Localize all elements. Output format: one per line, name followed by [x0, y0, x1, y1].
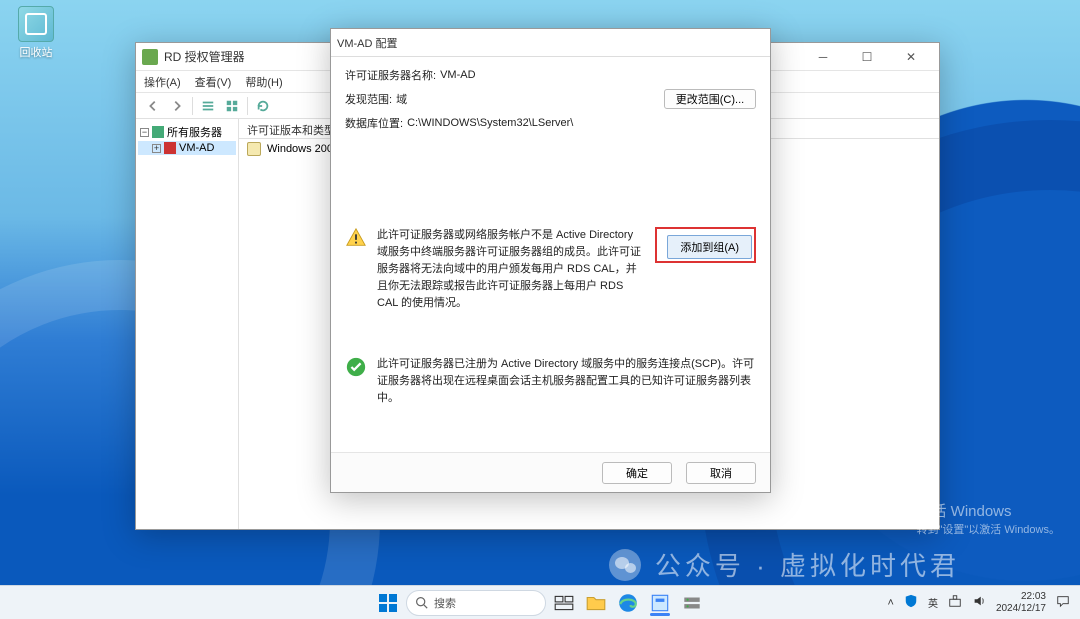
- toolbar-divider: [247, 97, 248, 115]
- server-name-value: VM-AD: [440, 69, 475, 81]
- tray-volume-icon[interactable]: [972, 594, 986, 611]
- system-tray: ˄ 英 22:03 2024/12/17: [878, 591, 1080, 614]
- server-name-row: 许可证服务器名称: VM-AD: [345, 67, 756, 83]
- server-name-label: 许可证服务器名称:: [345, 67, 436, 83]
- dialog-title: VM-AD 配置: [337, 35, 398, 51]
- scope-row: 发现范围: 域 更改范围(C)...: [345, 89, 756, 109]
- menu-view[interactable]: 查看(V): [195, 74, 232, 90]
- search-placeholder: 搜索: [434, 595, 456, 611]
- desktop: 回收站 RD 授权管理器 ─ ☐ ✕ 操作(A) 查看(V) 帮助(H): [0, 0, 1080, 619]
- rd-manager-taskbar-button[interactable]: [646, 589, 674, 617]
- menu-help[interactable]: 帮助(H): [245, 74, 282, 90]
- tree-root[interactable]: − 所有服务器: [138, 123, 236, 141]
- scope-label: 发现范围:: [345, 91, 392, 107]
- tray-ime[interactable]: 英: [928, 595, 938, 610]
- taskbar: 搜索 ˄ 英: [0, 585, 1080, 619]
- server-manager-taskbar-button[interactable]: [678, 589, 706, 617]
- db-value: C:\WINDOWS\System32\LServer\: [407, 117, 573, 129]
- search-icon: [415, 596, 428, 609]
- warning-text: 此许可证服务器或网络服务帐户不是 Active Directory 域服务中终端…: [377, 227, 641, 312]
- servers-icon: [152, 126, 164, 138]
- close-button[interactable]: ✕: [889, 43, 933, 71]
- toolbar-forward-icon[interactable]: [166, 96, 188, 116]
- tree-root-label: 所有服务器: [167, 124, 222, 140]
- activate-line2: 转到"设置"以激活 Windows。: [917, 521, 1061, 537]
- warning-icon: [345, 227, 367, 249]
- window-title: RD 授权管理器: [164, 48, 245, 65]
- toolbar-back-icon[interactable]: [142, 96, 164, 116]
- wechat-watermark: 公众号 · 虚拟化时代君: [609, 546, 960, 583]
- tray-date: 2024/12/17: [996, 603, 1046, 615]
- tray-network-icon[interactable]: [948, 594, 962, 611]
- recycle-bin-label: 回收站: [8, 44, 64, 60]
- warning-block: 此许可证服务器或网络服务帐户不是 Active Directory 域服务中终端…: [345, 227, 756, 312]
- license-icon: [247, 142, 261, 156]
- edge-button[interactable]: [614, 589, 642, 617]
- tray-chevron-icon[interactable]: ˄: [888, 597, 894, 609]
- start-button[interactable]: [374, 589, 402, 617]
- search-box[interactable]: 搜索: [406, 589, 546, 617]
- ok-block: 此许可证服务器已注册为 Active Directory 域服务中的服务连接点(…: [345, 356, 756, 407]
- collapse-icon[interactable]: −: [140, 128, 149, 137]
- ok-text: 此许可证服务器已注册为 Active Directory 域服务中的服务连接点(…: [377, 356, 756, 407]
- tray-security-icon[interactable]: [904, 594, 918, 611]
- server-tree[interactable]: − 所有服务器 + VM-AD: [136, 119, 239, 529]
- server-error-icon: [164, 142, 176, 154]
- vmad-config-dialog: VM-AD 配置 许可证服务器名称: VM-AD 发现范围: 域 更改范围(C)…: [330, 28, 771, 493]
- toolbar-divider: [192, 97, 193, 115]
- toolbar-grid-icon[interactable]: [221, 96, 243, 116]
- add-to-group-button[interactable]: 添加到组(A): [667, 235, 752, 259]
- activate-line1: 激活 Windows: [917, 500, 1061, 521]
- recycle-bin[interactable]: 回收站: [8, 6, 64, 60]
- tray-clock[interactable]: 22:03 2024/12/17: [996, 591, 1046, 614]
- minimize-button[interactable]: ─: [801, 43, 845, 71]
- toolbar-refresh-icon[interactable]: [252, 96, 274, 116]
- wechat-text: 公众号 · 虚拟化时代君: [655, 546, 960, 583]
- add-to-group-highlight: 添加到组(A): [655, 227, 756, 263]
- db-label: 数据库位置:: [345, 115, 403, 131]
- tree-node-vmad[interactable]: + VM-AD: [138, 141, 236, 155]
- dialog-footer: 确定 取消: [331, 452, 770, 492]
- menu-action[interactable]: 操作(A): [144, 74, 181, 90]
- file-explorer-button[interactable]: [582, 589, 610, 617]
- expand-icon[interactable]: +: [152, 144, 161, 153]
- activate-windows-watermark: 激活 Windows 转到"设置"以激活 Windows。: [917, 500, 1061, 537]
- change-scope-button[interactable]: 更改范围(C)...: [664, 89, 756, 109]
- tray-time: 22:03: [996, 591, 1046, 603]
- dialog-titlebar[interactable]: VM-AD 配置: [331, 29, 770, 57]
- wechat-icon: [609, 549, 641, 581]
- tree-node-label: VM-AD: [179, 142, 214, 154]
- tray-notifications-icon[interactable]: [1056, 594, 1070, 611]
- cancel-button[interactable]: 取消: [686, 462, 756, 484]
- maximize-button[interactable]: ☐: [845, 43, 889, 71]
- ok-button[interactable]: 确定: [602, 462, 672, 484]
- toolbar-list-icon[interactable]: [197, 96, 219, 116]
- scope-value: 域: [396, 91, 407, 107]
- app-icon: [142, 49, 158, 65]
- task-view-button[interactable]: [550, 589, 578, 617]
- recycle-bin-icon: [18, 6, 54, 42]
- db-row: 数据库位置: C:\WINDOWS\System32\LServer\: [345, 115, 756, 131]
- checkmark-icon: [345, 356, 367, 378]
